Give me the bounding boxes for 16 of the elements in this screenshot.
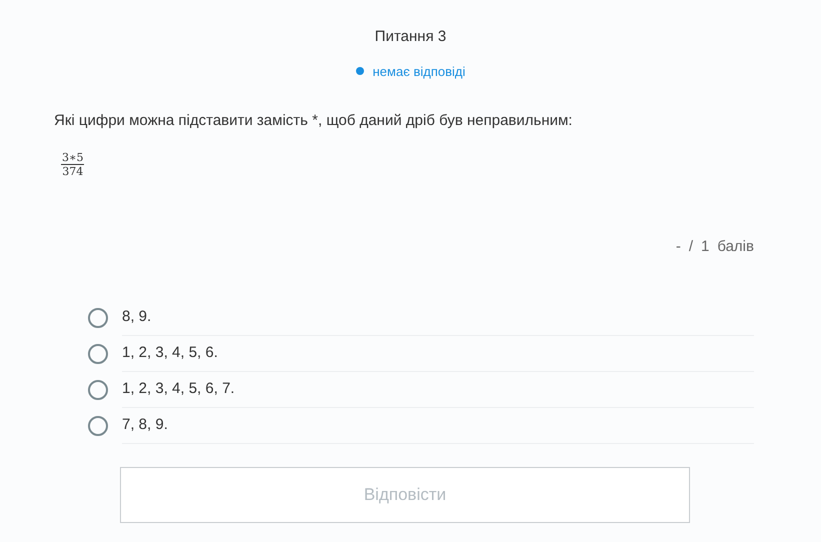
option-label[interactable]: 1, 2, 3, 4, 5, 6. [122, 342, 218, 364]
option-label[interactable]: 7, 8, 9. [122, 414, 168, 436]
score-separator: / [688, 237, 693, 257]
radio-button[interactable] [88, 308, 108, 328]
option-label[interactable]: 1, 2, 3, 4, 5, 6, 7. [122, 378, 235, 400]
option-label[interactable]: 8, 9. [122, 306, 152, 328]
radio-button[interactable] [88, 416, 108, 436]
radio-button[interactable] [88, 344, 108, 364]
score-value: - [676, 237, 681, 257]
answer-status: немає відповіді [372, 62, 466, 81]
question-title: Питання 3 [374, 27, 446, 47]
question-text: Які цифри можна підставити замість *, щоб даний дріб був неправильним: [54, 112, 572, 129]
score-max: 1 [701, 237, 710, 257]
score-unit: балів [717, 237, 754, 257]
radio-button[interactable] [88, 380, 108, 400]
fraction: 3∗5 374 [61, 151, 84, 178]
